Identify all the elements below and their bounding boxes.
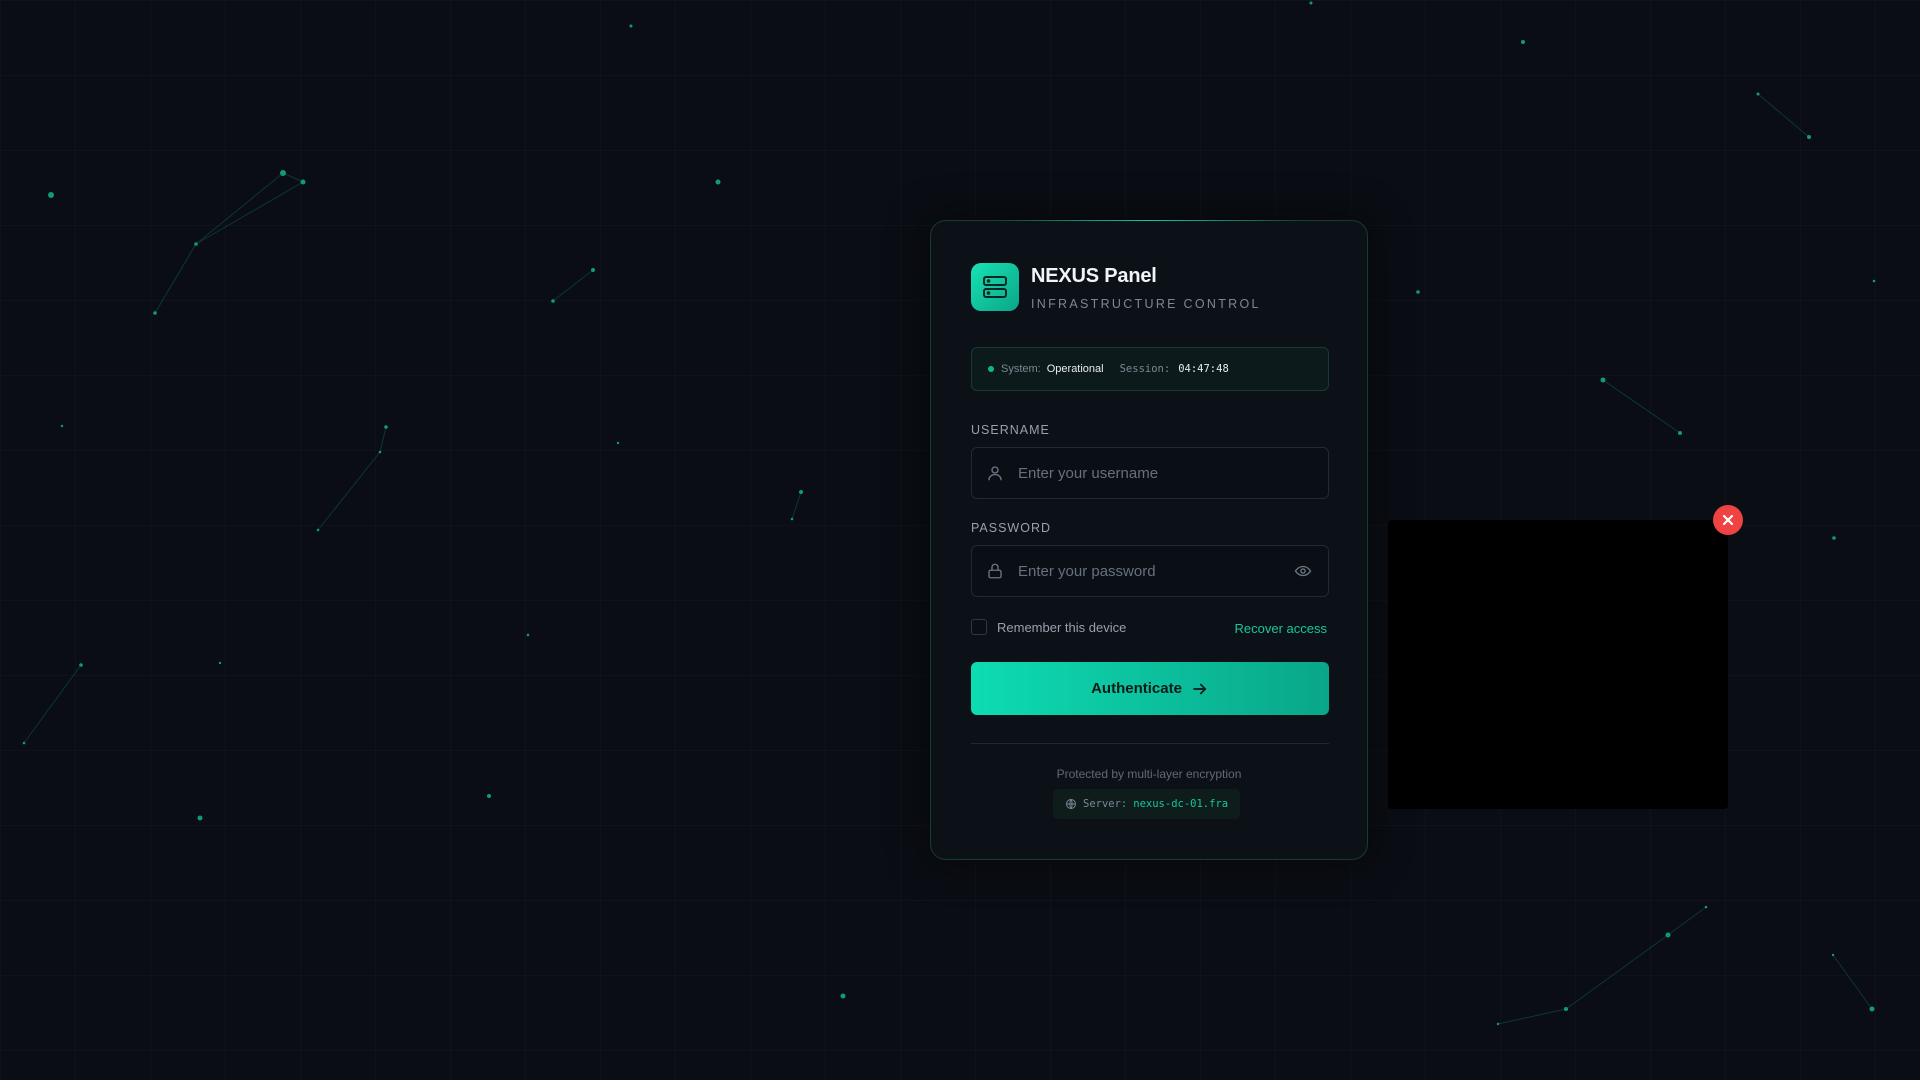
- app-title: NEXUS Panel: [1031, 265, 1157, 287]
- system-status-value: Operational: [1046, 363, 1104, 375]
- username-input[interactable]: [1005, 447, 1328, 499]
- session-label: Session:: [1119, 363, 1171, 375]
- user-icon: [985, 463, 1005, 483]
- username-field[interactable]: [971, 447, 1329, 499]
- status-indicator-dot: [988, 366, 994, 372]
- server-badge: Server: nexus-dc-01.fra: [1053, 789, 1241, 819]
- server-stack-icon: [971, 263, 1019, 311]
- remember-checkbox[interactable]: [971, 619, 987, 635]
- password-label: PASSWORD: [971, 521, 1051, 535]
- remember-device[interactable]: Remember this device: [971, 619, 1126, 635]
- login-card: NEXUS Panel INFRASTRUCTURE CONTROL Syste…: [930, 220, 1368, 860]
- authenticate-label: Authenticate: [1091, 680, 1182, 697]
- arrow-right-icon: [1191, 680, 1209, 698]
- globe-icon: [1065, 798, 1077, 810]
- status-bar: System: Operational Session: 04:47:48: [971, 347, 1329, 391]
- close-icon[interactable]: [1713, 505, 1743, 535]
- password-field[interactable]: [971, 545, 1329, 597]
- server-label: Server:: [1083, 798, 1128, 810]
- authenticate-button[interactable]: Authenticate: [971, 662, 1329, 715]
- eye-icon[interactable]: [1292, 560, 1314, 582]
- footer-divider: [971, 743, 1329, 744]
- server-value: nexus-dc-01.fra: [1133, 798, 1229, 810]
- app-subtitle: INFRASTRUCTURE CONTROL: [1031, 297, 1261, 311]
- username-label: USERNAME: [971, 423, 1050, 437]
- overlay-panel: [1388, 520, 1728, 809]
- recover-access-link[interactable]: Recover access: [1235, 621, 1327, 636]
- encryption-note: Protected by multi-layer encryption: [1056, 767, 1242, 781]
- remember-label: Remember this device: [997, 619, 1127, 635]
- password-input[interactable]: [1005, 545, 1292, 597]
- session-timer: 04:47:48: [1178, 363, 1229, 375]
- lock-icon: [985, 561, 1005, 581]
- system-status-label: System:: [1001, 363, 1041, 375]
